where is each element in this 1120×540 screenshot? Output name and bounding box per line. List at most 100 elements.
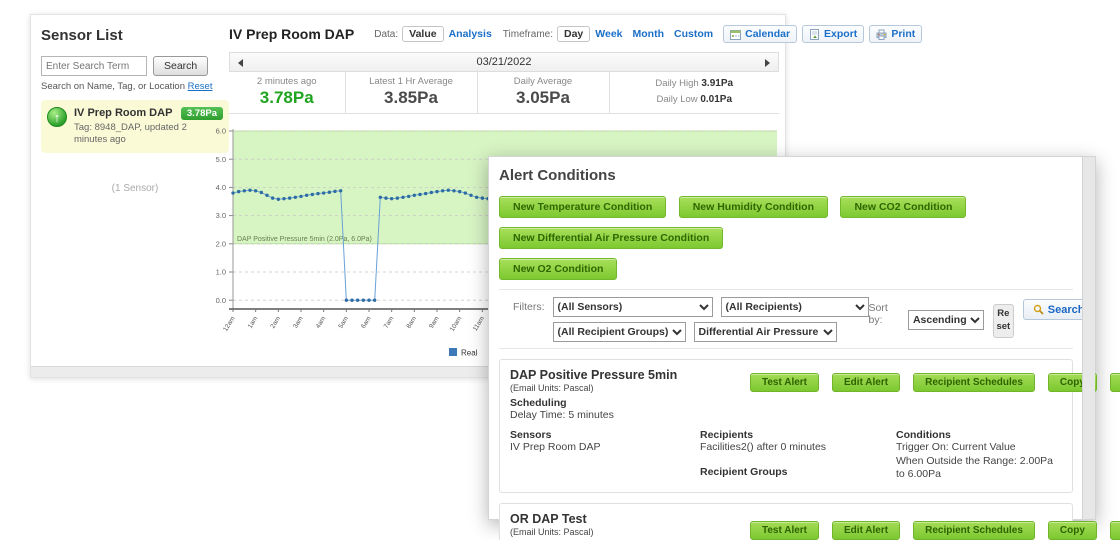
search-hint: Search on Name, Tag, or Location Reset xyxy=(41,81,229,92)
new-o2-condition-button[interactable]: New O2 Condition xyxy=(499,258,617,280)
print-button[interactable]: Print xyxy=(869,25,922,43)
data-label: Data: xyxy=(374,29,398,40)
chart-panel: IV Prep Room DAP Data: Value Analysis Ti… xyxy=(229,25,779,114)
filter-bar: Filters: (All Sensors) (All Recipients) … xyxy=(499,289,1073,349)
entry-recipient: Facilities2() after 0 minutes xyxy=(700,441,896,455)
data-point xyxy=(322,191,325,194)
legend-label: Real xyxy=(461,349,478,358)
edit-alert-button[interactable]: Edit Alert xyxy=(832,521,900,540)
alert-entry-or-dap-test: OR DAP Test (Email Units: Pascal) Test A… xyxy=(499,503,1073,540)
stat-hour-average: Latest 1 Hr Average 3.85Pa xyxy=(345,72,477,113)
new-dap-condition-button[interactable]: New Differential Air Pressure Condition xyxy=(499,227,723,249)
data-point xyxy=(316,192,319,195)
data-point xyxy=(430,191,433,194)
data-point xyxy=(350,299,353,302)
x-tick-label: 7am xyxy=(383,315,396,329)
timeframe-day-button[interactable]: Day xyxy=(557,26,590,42)
sensor-name: IV Prep Room DAP xyxy=(74,107,190,119)
copy-alert-button[interactable]: Copy xyxy=(1048,521,1097,540)
calendar-icon xyxy=(730,29,741,40)
stat-daily-high-low: Daily High 3.91Pa Daily Low 0.01Pa xyxy=(609,72,780,113)
daily-low-value: 0.01Pa xyxy=(700,94,732,105)
x-tick-label: 9am xyxy=(428,315,441,329)
recipient-group-filter-select[interactable]: (All Recipient Groups) xyxy=(553,322,686,342)
x-tick-label: 2am xyxy=(269,315,282,329)
data-point xyxy=(299,195,302,198)
sensor-filter-select[interactable]: (All Sensors) xyxy=(553,297,713,317)
reset-link[interactable]: Reset xyxy=(188,81,213,92)
x-tick-label: 11am xyxy=(472,315,486,332)
data-point xyxy=(260,191,263,194)
timeframe-week-link[interactable]: Week xyxy=(595,28,622,40)
sensor-reading-badge: 3.78Pa xyxy=(181,107,223,120)
data-point xyxy=(379,196,382,199)
alert-entry-dap-positive-pressure: DAP Positive Pressure 5min (Email Units:… xyxy=(499,359,1073,493)
y-tick-label: 1.0 xyxy=(216,268,226,277)
delete-alert-button[interactable]: Delete xyxy=(1110,373,1120,392)
next-day-button[interactable] xyxy=(765,59,770,67)
x-tick-label: 3am xyxy=(292,315,305,329)
legend-swatch xyxy=(449,348,457,356)
timeframe-custom-link[interactable]: Custom xyxy=(674,28,713,40)
data-point xyxy=(464,191,467,194)
data-point xyxy=(384,196,387,199)
sensor-search-button[interactable]: Search xyxy=(153,56,208,76)
data-point xyxy=(294,196,297,199)
data-point xyxy=(452,189,455,192)
recipient-schedules-button[interactable]: Recipient Schedules xyxy=(913,521,1035,540)
y-tick-label: 0.0 xyxy=(216,296,226,305)
test-alert-button[interactable]: Test Alert xyxy=(750,373,819,392)
reset-filters-button[interactable]: Reset xyxy=(993,304,1014,338)
x-tick-label: 1am xyxy=(247,315,260,329)
current-date: 03/21/2022 xyxy=(476,56,531,68)
data-point xyxy=(435,190,438,193)
data-point xyxy=(282,197,285,200)
data-point xyxy=(390,197,393,200)
y-tick-label: 6.0 xyxy=(216,127,226,136)
calendar-button[interactable]: Calendar xyxy=(723,25,797,43)
band-annotation: DAP Positive Pressure 5min (2.0Pa, 6.0Pa… xyxy=(237,236,372,243)
data-point xyxy=(367,299,370,302)
delete-alert-button[interactable]: Delete xyxy=(1110,521,1120,540)
new-co2-condition-button[interactable]: New CO2 Condition xyxy=(840,196,966,218)
sensor-search-input[interactable] xyxy=(41,56,147,76)
x-tick-label: 12am xyxy=(222,315,237,333)
test-alert-button[interactable]: Test Alert xyxy=(750,521,819,540)
new-humidity-condition-button[interactable]: New Humidity Condition xyxy=(679,196,828,218)
data-point xyxy=(271,196,274,199)
data-point xyxy=(345,299,348,302)
data-point xyxy=(418,193,421,196)
data-point xyxy=(339,189,342,192)
export-icon xyxy=(809,29,820,40)
sort-order-select[interactable]: Ascending xyxy=(908,310,984,330)
y-tick-label: 3.0 xyxy=(216,211,226,220)
new-condition-buttons: New Temperature Condition New Humidity C… xyxy=(499,196,1073,289)
condition-type-filter-select[interactable]: Differential Air Pressure xyxy=(694,322,837,342)
data-point xyxy=(237,190,240,193)
date-navigation-bar: 03/21/2022 xyxy=(229,52,779,72)
data-point xyxy=(277,198,280,201)
data-point xyxy=(356,299,359,302)
alert-conditions-window: Alert Conditions New Temperature Conditi… xyxy=(488,156,1096,520)
data-value-button[interactable]: Value xyxy=(402,26,443,42)
data-point xyxy=(407,195,410,198)
recipient-filter-select[interactable]: (All Recipients) xyxy=(721,297,869,317)
previous-day-button[interactable] xyxy=(238,59,243,67)
data-point xyxy=(481,196,484,199)
timeframe-month-link[interactable]: Month xyxy=(633,28,665,40)
sort-by-label: Sort by: xyxy=(869,302,899,326)
data-analysis-link[interactable]: Analysis xyxy=(449,28,492,40)
recipient-schedules-button[interactable]: Recipient Schedules xyxy=(913,373,1035,392)
data-point xyxy=(265,194,268,197)
data-point xyxy=(458,190,461,193)
stats-bar: 2 minutes ago 3.78Pa Latest 1 Hr Average… xyxy=(229,72,779,114)
y-tick-label: 5.0 xyxy=(216,155,226,164)
export-button[interactable]: Export xyxy=(802,25,864,43)
edit-alert-button[interactable]: Edit Alert xyxy=(832,373,900,392)
data-point xyxy=(248,189,251,192)
timeframe-label: Timeframe: xyxy=(503,29,553,40)
current-reading-value: 3.78Pa xyxy=(229,88,345,108)
new-temperature-condition-button[interactable]: New Temperature Condition xyxy=(499,196,666,218)
vertical-scrollbar[interactable] xyxy=(1082,157,1095,519)
alert-conditions-title: Alert Conditions xyxy=(499,167,1073,184)
